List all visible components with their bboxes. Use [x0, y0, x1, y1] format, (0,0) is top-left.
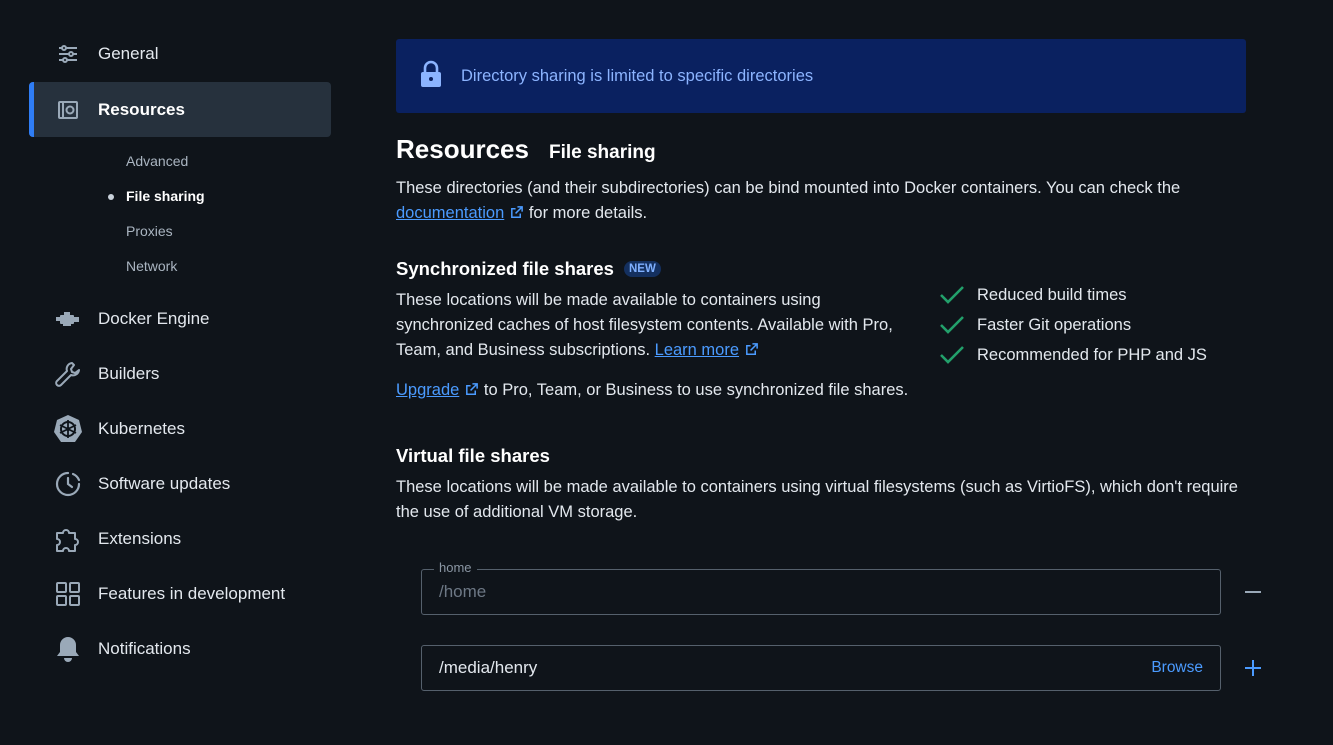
- documentation-link[interactable]: documentation: [396, 204, 504, 222]
- sidebar-subitem-advanced[interactable]: Advanced: [126, 153, 188, 169]
- sliders-icon: [53, 39, 83, 69]
- share-field-value: /home: [439, 582, 487, 601]
- remove-share-button[interactable]: [1241, 580, 1265, 604]
- sidebar-item-label: Resources: [98, 99, 185, 119]
- benefit-label: Reduced build times: [977, 285, 1127, 304]
- active-dot: [108, 194, 114, 200]
- check-icon: [940, 286, 964, 304]
- learn-more-link[interactable]: Learn more: [655, 341, 739, 359]
- bell-icon: [53, 634, 83, 664]
- virtual-section-title: Virtual file shares: [396, 445, 550, 466]
- sync-description: These locations will be made available t…: [396, 288, 921, 363]
- sidebar-item-general[interactable]: General: [29, 26, 331, 81]
- benefit-item: Reduced build times: [938, 280, 1207, 310]
- sidebar-item-kubernetes[interactable]: Kubernetes: [29, 401, 331, 456]
- intro-text-before: These directories (and their subdirector…: [396, 179, 1181, 197]
- sidebar-subitem-file-sharing[interactable]: File sharing: [126, 188, 205, 204]
- benefit-item: Faster Git operations: [938, 310, 1207, 340]
- plus-icon: [1245, 660, 1261, 676]
- upgrade-line: Upgrade to Pro, Team, or Business to use…: [396, 378, 1256, 403]
- sync-description-text: These locations will be made available t…: [396, 291, 893, 359]
- sidebar-item-label: General: [98, 43, 159, 63]
- info-banner: Directory sharing is limited to specific…: [396, 39, 1246, 113]
- sidebar-item-extensions[interactable]: Extensions: [29, 511, 331, 566]
- new-share-input[interactable]: /media/henry Browse: [421, 645, 1221, 691]
- sync-title-text: Synchronized file shares: [396, 258, 614, 279]
- intro-text: These directories (and their subdirector…: [396, 176, 1256, 226]
- sidebar-item-software-updates[interactable]: Software updates: [29, 456, 331, 511]
- external-link-icon: [746, 343, 758, 355]
- sidebar-item-notifications[interactable]: Notifications: [29, 621, 331, 676]
- browse-button[interactable]: Browse: [1151, 659, 1203, 677]
- virtual-description: These locations will be made available t…: [396, 478, 1238, 521]
- intro-text-after: for more details.: [528, 204, 648, 222]
- benefit-label: Recommended for PHP and JS: [977, 345, 1207, 364]
- add-share-button[interactable]: [1241, 656, 1265, 680]
- lock-icon: [418, 60, 444, 88]
- sidebar-item-features-in-development[interactable]: Features in development: [29, 566, 331, 621]
- upgrade-link[interactable]: Upgrade: [396, 381, 459, 399]
- sidebar-item-docker-engine[interactable]: Docker Engine: [29, 291, 331, 346]
- banner-text: Directory sharing is limited to specific…: [461, 66, 814, 85]
- page-title: Resources: [396, 134, 529, 164]
- new-share-value: /media/henry: [439, 658, 538, 677]
- sidebar-item-label: Features in development: [98, 583, 286, 603]
- sidebar-item-label: Docker Engine: [98, 308, 210, 328]
- external-link-icon: [511, 206, 524, 218]
- grid-icon: [53, 579, 83, 609]
- sidebar: General Resources Advanced File sharing …: [0, 0, 360, 745]
- settings-page: General Resources Advanced File sharing …: [0, 0, 1333, 745]
- sidebar-item-resources[interactable]: Resources: [29, 82, 331, 137]
- clock-update-icon: [53, 469, 83, 499]
- puzzle-icon: [53, 524, 83, 554]
- page-title-row: Resources File sharing: [396, 134, 656, 165]
- check-icon: [940, 316, 964, 334]
- benefit-label: Faster Git operations: [977, 315, 1132, 334]
- resources-icon: [53, 95, 83, 125]
- new-badge: NEW: [623, 261, 661, 277]
- sidebar-subitem-proxies[interactable]: Proxies: [126, 223, 173, 239]
- sync-section-title: Synchronized file shares NEW: [396, 258, 661, 280]
- page-subtitle: File sharing: [548, 142, 656, 163]
- sync-benefits-list: Reduced build times Faster Git operation…: [938, 280, 1207, 370]
- sidebar-item-label: Notifications: [98, 638, 191, 658]
- sidebar-item-label: Builders: [98, 363, 160, 383]
- sidebar-item-label: Kubernetes: [98, 418, 185, 438]
- check-icon: [940, 346, 964, 364]
- external-link-icon: [466, 383, 479, 395]
- sidebar-item-label: Extensions: [98, 528, 182, 548]
- share-field-legend: home: [434, 560, 477, 575]
- wrench-icon: [53, 359, 83, 389]
- engine-icon: [53, 304, 83, 334]
- sidebar-item-label: Software updates: [98, 473, 231, 493]
- upgrade-text: to Pro, Team, or Business to use synchro…: [483, 381, 909, 399]
- share-field-home[interactable]: home /home: [421, 560, 1221, 615]
- minus-icon: [1245, 591, 1261, 593]
- sidebar-subitem-network[interactable]: Network: [126, 258, 177, 274]
- sidebar-item-builders[interactable]: Builders: [29, 346, 331, 401]
- benefit-item: Recommended for PHP and JS: [938, 340, 1207, 370]
- kubernetes-icon: [53, 414, 83, 444]
